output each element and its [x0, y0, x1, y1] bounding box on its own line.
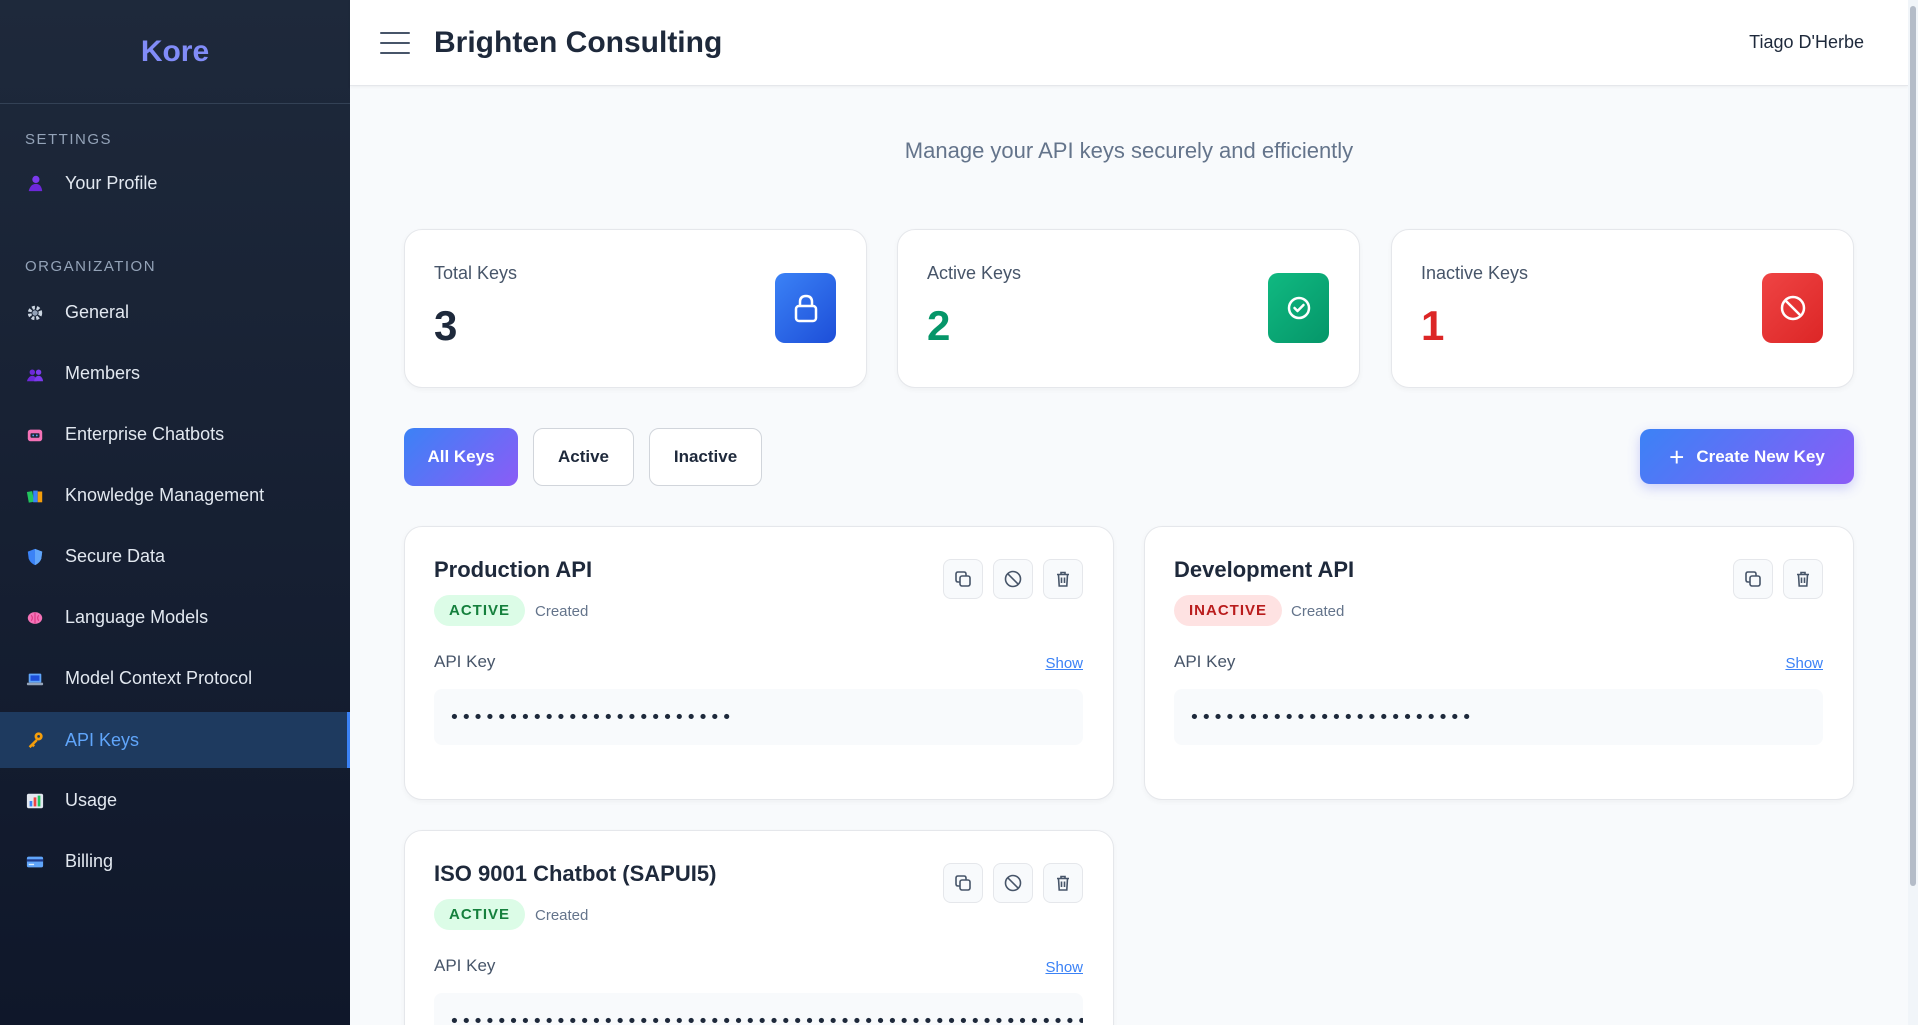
api-key-label: API Key	[434, 956, 496, 975]
sidebar-item-label: Members	[65, 363, 141, 383]
organization-section-title: ORGANIZATION	[25, 258, 157, 275]
masked-key-field[interactable]: ••••••••••••••••••••••••	[1174, 689, 1823, 745]
stat-card-total: Total Keys 3	[404, 229, 867, 388]
page-subtitle: Manage your API keys securely and effici…	[904, 138, 1354, 163]
sidebar-item-label: Your Profile	[65, 172, 158, 193]
credit-card-icon	[25, 852, 45, 872]
filter-all-keys[interactable]: All Keys	[404, 428, 518, 486]
created-label: Created	[535, 603, 589, 620]
gear-icon	[25, 303, 45, 323]
stat-value: 3	[434, 302, 458, 349]
page-scrollbar[interactable]	[1908, 0, 1918, 1025]
key-actions	[943, 863, 1083, 903]
sidebar-item-label: General	[65, 302, 130, 322]
top-header: Brighten Consulting Tiago D'Herbe	[350, 0, 1908, 86]
chart-icon	[25, 791, 45, 811]
sidebar-item-label: API Keys	[65, 729, 140, 750]
key-actions	[943, 559, 1083, 599]
status-badge: INACTIVE	[1174, 595, 1283, 626]
sidebar-item-language-models[interactable]: Language Models	[0, 587, 350, 648]
user-icon	[25, 173, 45, 193]
sidebar-item-api-keys[interactable]: API Keys	[0, 712, 350, 768]
filter-inactive[interactable]: Inactive	[649, 428, 762, 486]
create-new-key-label: Create New Key	[1696, 446, 1825, 466]
lock-icon	[775, 273, 836, 343]
sidebar-item-secure-data[interactable]: Secure Data	[0, 526, 350, 587]
api-key-label: API Key	[1174, 652, 1236, 671]
sidebar-item-knowledge-management[interactable]: Knowledge Management	[0, 465, 350, 526]
scrollbar-thumb[interactable]	[1910, 6, 1916, 886]
check-circle-icon	[1268, 273, 1329, 343]
key-name: ISO 9001 Chatbot (SAPUI5)	[434, 861, 717, 886]
sidebar-item-label: Enterprise Chatbots	[65, 424, 225, 444]
sidebar-item-your-profile[interactable]: Your Profile	[0, 155, 350, 211]
status-badge: ACTIVE	[434, 899, 526, 930]
stat-label: Inactive Keys	[1421, 263, 1529, 283]
sidebar-item-general[interactable]: General	[0, 282, 350, 343]
trash-icon[interactable]	[1783, 559, 1823, 599]
laptop-icon	[25, 669, 45, 689]
user-menu[interactable]: Tiago D'Herbe	[1749, 32, 1864, 53]
show-key-link[interactable]: Show	[1045, 959, 1083, 976]
sidebar-item-label: Secure Data	[65, 546, 166, 566]
sidebar-item-label: Knowledge Management	[65, 485, 265, 505]
trash-icon[interactable]	[1043, 559, 1083, 599]
filter-active[interactable]: Active	[533, 428, 634, 486]
stat-label: Total Keys	[434, 263, 518, 283]
created-label: Created	[1291, 603, 1345, 620]
sidebar-item-label: Billing	[65, 851, 114, 871]
trash-icon[interactable]	[1043, 863, 1083, 903]
key-name: Development API	[1174, 557, 1355, 582]
masked-key-field[interactable]: ••••••••••••••••••••••••	[434, 689, 1083, 745]
sidebar-item-members[interactable]: Members	[0, 343, 350, 404]
stat-value: 2	[927, 302, 951, 349]
sidebar-item-label: Usage	[65, 790, 118, 810]
stat-card-active: Active Keys 2	[897, 229, 1360, 388]
deactivate-icon[interactable]	[993, 559, 1033, 599]
stat-value: 1	[1421, 302, 1445, 349]
copy-icon[interactable]	[943, 863, 983, 903]
key-name: Production API	[434, 557, 593, 582]
books-icon	[25, 486, 45, 506]
api-key-label: API Key	[434, 652, 496, 671]
api-key-card: ISO 9001 Chatbot (SAPUI5) ACTIVE Created…	[404, 830, 1114, 1025]
status-badge: ACTIVE	[434, 595, 526, 626]
members-icon	[25, 364, 45, 384]
show-key-link[interactable]: Show	[1785, 655, 1823, 672]
brain-icon	[25, 608, 45, 628]
settings-section-title: SETTINGS	[25, 131, 113, 148]
ban-icon	[1762, 273, 1823, 343]
deactivate-icon[interactable]	[993, 863, 1033, 903]
copy-icon[interactable]	[943, 559, 983, 599]
key-actions	[1733, 559, 1823, 599]
shield-icon	[25, 547, 45, 567]
brand-logo[interactable]: Kore	[0, 0, 350, 104]
sidebar-item-billing[interactable]: Billing	[0, 831, 350, 892]
sidebar: Kore SETTINGS Your Profile ORGANIZATION …	[0, 0, 350, 1025]
show-key-link[interactable]: Show	[1045, 655, 1083, 672]
sidebar-item-label: Model Context Protocol	[65, 668, 253, 688]
sidebar-item-model-context-protocol[interactable]: Model Context Protocol	[0, 648, 350, 709]
sidebar-item-enterprise-chatbots[interactable]: Enterprise Chatbots	[0, 404, 350, 465]
api-key-card: Production API ACTIVE Created API Key Sh…	[404, 526, 1114, 800]
stat-label: Active Keys	[927, 263, 1022, 283]
key-icon	[25, 730, 45, 750]
copy-icon[interactable]	[1733, 559, 1773, 599]
sidebar-item-label: Language Models	[65, 607, 209, 627]
api-key-card: Development API INACTIVE Created API Key…	[1144, 526, 1854, 800]
plus-icon: +	[1669, 441, 1685, 472]
page-title: Brighten Consulting	[434, 25, 723, 59]
sidebar-item-usage[interactable]: Usage	[0, 770, 350, 831]
stat-card-inactive: Inactive Keys 1	[1391, 229, 1854, 388]
masked-key-field[interactable]: ••••••••••••••••••••••••••••••••••••••••…	[434, 993, 1083, 1025]
chatbot-icon	[25, 425, 45, 445]
create-new-key-button[interactable]: + Create New Key	[1640, 429, 1854, 484]
created-label: Created	[535, 907, 589, 924]
hamburger-menu-icon[interactable]	[380, 31, 410, 54]
